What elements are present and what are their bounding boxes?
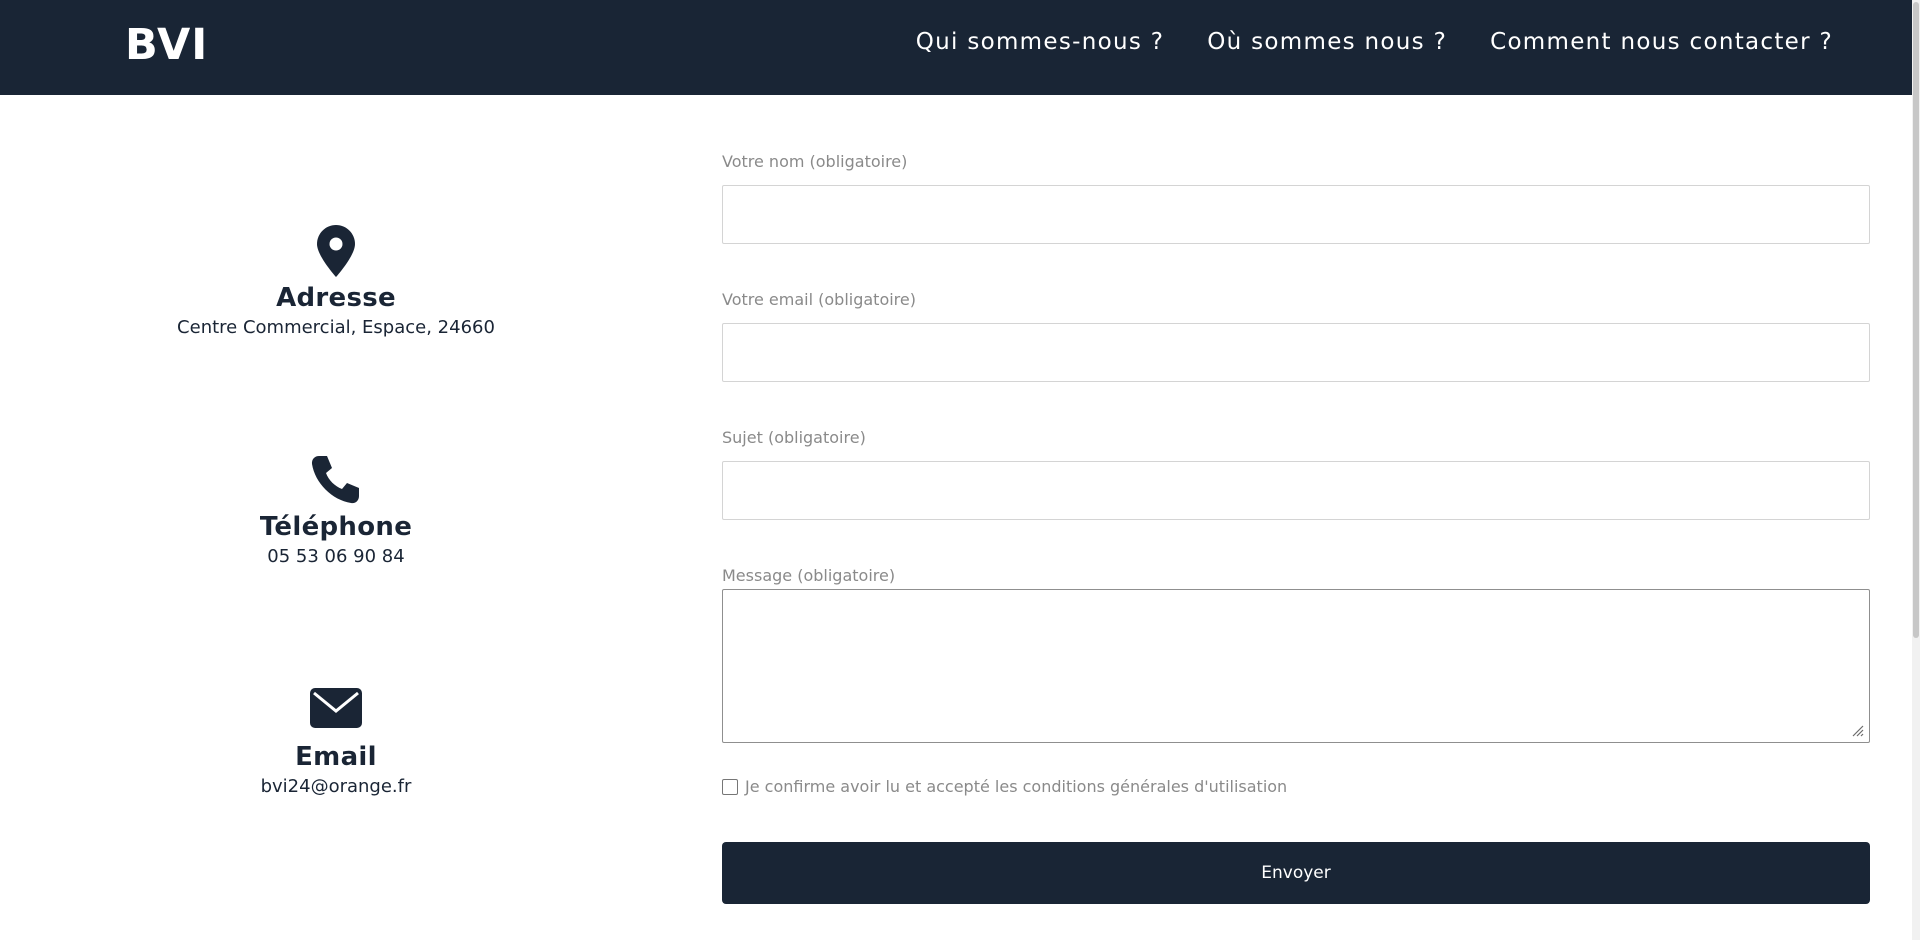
map-pin-icon — [317, 225, 355, 277]
address-value: Centre Commercial, Espace, 24660 — [177, 317, 495, 338]
message-label: Message (obligatoire) — [722, 566, 896, 585]
name-label: Votre nom (obligatoire) — [722, 152, 908, 171]
nav-link-about[interactable]: Qui sommes-nous ? — [916, 29, 1165, 55]
email-block: Email bvi24@orange.fr — [136, 688, 536, 797]
main-nav: Qui sommes-nous ? Où sommes nous ? Comme… — [916, 29, 1833, 55]
email-title: Email — [295, 742, 377, 772]
email-input[interactable] — [722, 323, 1870, 382]
nav-link-contact[interactable]: Comment nous contacter ? — [1490, 29, 1833, 55]
consent-row: Je confirme avoir lu et accepté les cond… — [722, 777, 1287, 796]
consent-label[interactable]: Je confirme avoir lu et accepté les cond… — [745, 777, 1287, 796]
message-textarea[interactable] — [722, 589, 1870, 743]
name-input[interactable] — [722, 185, 1870, 244]
phone-title: Téléphone — [259, 512, 413, 542]
email-label: Votre email (obligatoire) — [722, 290, 916, 309]
email-value[interactable]: bvi24@orange.fr — [136, 776, 536, 797]
site-logo[interactable]: BVI — [125, 20, 208, 70]
envelope-icon — [310, 688, 362, 728]
address-title: Adresse — [276, 283, 396, 313]
phone-icon — [311, 456, 359, 504]
scrollbar[interactable] — [1912, 0, 1920, 940]
address-block: Adresse Centre Commercial, Espace, 24660 — [136, 225, 536, 338]
scrollbar-thumb[interactable] — [1913, 2, 1919, 638]
phone-value[interactable]: 05 53 06 90 84 — [136, 546, 536, 567]
phone-block: Téléphone 05 53 06 90 84 — [136, 454, 536, 567]
site-header: BVI Qui sommes-nous ? Où sommes nous ? C… — [0, 0, 1920, 95]
submit-button[interactable]: Envoyer — [722, 842, 1870, 904]
nav-link-location[interactable]: Où sommes nous ? — [1207, 29, 1447, 55]
resize-grip-icon[interactable] — [1850, 723, 1864, 737]
subject-input[interactable] — [722, 461, 1870, 520]
subject-label: Sujet (obligatoire) — [722, 428, 866, 447]
consent-checkbox[interactable] — [722, 778, 738, 795]
